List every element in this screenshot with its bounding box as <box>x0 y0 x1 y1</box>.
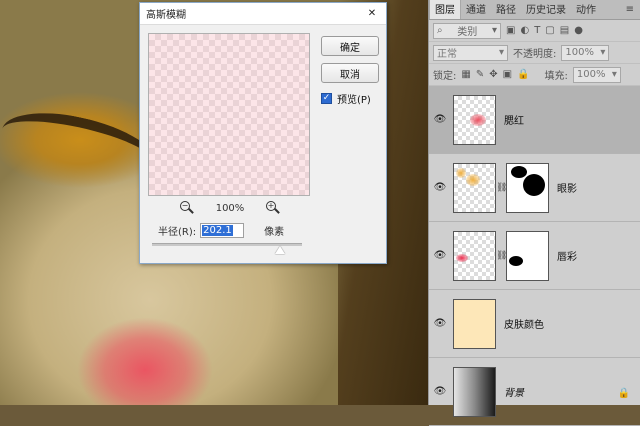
dialog-titlebar[interactable]: 高斯模糊 ✕ <box>140 3 386 25</box>
zoom-out-icon[interactable]: − <box>180 201 194 215</box>
chevron-down-icon: ▾ <box>498 47 504 58</box>
eye-icon[interactable]: 👁 <box>429 114 451 125</box>
layer-row[interactable]: 👁 ⛓ 唇彩 <box>429 222 640 290</box>
link-icon[interactable]: ⛓ <box>496 183 507 193</box>
lock-paint-icon[interactable]: ✎ <box>476 69 484 80</box>
radius-value: 202.1 <box>202 225 233 236</box>
tab-paths[interactable]: 路径 <box>491 0 521 19</box>
layers-panel: 图层 通道 路径 历史记录 动作 ≡ ⌕ 类别 ▾ ▣ ◐ T ▢ ▤ ● 正常… <box>428 0 640 426</box>
layer-row[interactable]: 👁 ⛓ 眼影 <box>429 154 640 222</box>
dialog-title: 高斯模糊 <box>146 10 186 21</box>
tab-layers[interactable]: 图层 <box>429 0 461 19</box>
layer-row[interactable]: 👁 皮肤颜色 <box>429 290 640 358</box>
cancel-button[interactable]: 取消 <box>321 63 379 83</box>
lock-all-icon[interactable]: 🔒 <box>517 69 529 80</box>
chevron-down-icon: ▾ <box>600 47 606 58</box>
lock-row: 锁定: ▦ ✎ ✥ ▣ 🔒 填充: 100% ▾ <box>429 64 640 86</box>
layer-row[interactable]: 👁 背景 🔒 <box>429 358 640 426</box>
layer-name: 腮红 <box>504 116 524 127</box>
lock-label: 锁定: <box>433 71 457 82</box>
blend-mode-value: 正常 <box>437 49 457 60</box>
gaussian-blur-dialog: 高斯模糊 ✕ 确定 取消 ✓ 预览(P) − 100% + 半径(R): 202… <box>139 2 387 264</box>
zoom-in-icon[interactable]: + <box>266 201 280 215</box>
lock-artboard-icon[interactable]: ▣ <box>503 69 512 80</box>
filter-toggle-icon[interactable]: ● <box>574 25 583 36</box>
layer-name: 唇彩 <box>557 252 577 263</box>
radius-row: 半径(R): 202.1 像素 <box>158 223 284 238</box>
search-icon: ⌕ <box>437 25 443 36</box>
fill-field[interactable]: 100% ▾ <box>572 66 621 83</box>
opacity-value: 100% <box>565 47 594 58</box>
ok-button[interactable]: 确定 <box>321 36 379 56</box>
preview-checkbox[interactable]: ✓ 预览(P) <box>321 91 371 106</box>
radius-slider-thumb[interactable] <box>274 246 285 254</box>
layer-name: 眼影 <box>557 184 577 195</box>
radius-input[interactable]: 202.1 <box>200 223 245 238</box>
filter-kind-select[interactable]: ⌕ 类别 ▾ <box>433 22 501 39</box>
preview-label: 预览(P) <box>337 95 371 106</box>
lock-position-icon[interactable]: ✥ <box>489 69 497 80</box>
tab-actions[interactable]: 动作 <box>571 0 601 19</box>
preview-window[interactable] <box>148 33 310 196</box>
layer-thumbnail <box>453 366 496 417</box>
chevron-down-icon: ▾ <box>611 69 617 80</box>
layer-thumbnail <box>453 298 496 349</box>
layer-row[interactable]: 👁 腮红 <box>429 86 640 154</box>
opacity-field[interactable]: 100% ▾ <box>561 44 610 61</box>
lock-icon[interactable]: 🔒 <box>618 388 630 399</box>
layer-mask-thumbnail[interactable] <box>506 162 549 213</box>
layer-thumbnail <box>453 162 496 213</box>
chevron-down-icon: ▾ <box>491 25 497 36</box>
adjustment-filter-icon[interactable]: ◐ <box>520 25 529 36</box>
shape-filter-icon[interactable]: ▢ <box>545 25 554 36</box>
eye-icon[interactable]: 👁 <box>429 318 451 329</box>
close-icon[interactable]: ✕ <box>364 8 380 19</box>
layer-mask-thumbnail[interactable] <box>506 230 549 281</box>
blend-row: 正常 ▾ 不透明度: 100% ▾ <box>429 42 640 64</box>
tab-history[interactable]: 历史记录 <box>521 0 571 19</box>
image-filter-icon[interactable]: ▣ <box>506 25 515 36</box>
fill-label: 填充: <box>544 71 568 82</box>
radius-label: 半径(R): <box>158 227 197 238</box>
filter-kind-value: 类别 <box>457 27 478 38</box>
layer-thumbnail <box>453 230 496 281</box>
eye-icon[interactable]: 👁 <box>429 250 451 261</box>
panel-menu-icon[interactable]: ≡ <box>620 4 640 19</box>
tab-channels[interactable]: 通道 <box>461 0 491 19</box>
panel-tabs: 图层 通道 路径 历史记录 动作 ≡ <box>429 0 640 20</box>
eye-icon[interactable]: 👁 <box>429 386 451 397</box>
opacity-label: 不透明度: <box>513 49 557 60</box>
lock-transparency-icon[interactable]: ▦ <box>461 69 470 80</box>
blend-mode-select[interactable]: 正常 ▾ <box>433 44 508 61</box>
fill-value: 100% <box>576 69 606 80</box>
eye-icon[interactable]: 👁 <box>429 182 451 193</box>
checkmark-icon: ✓ <box>321 93 332 104</box>
link-icon[interactable]: ⛓ <box>496 251 507 261</box>
layer-name: 背景 <box>504 388 524 399</box>
radius-unit: 像素 <box>264 227 285 238</box>
zoom-level: 100% <box>215 202 245 214</box>
layer-name: 皮肤颜色 <box>504 320 544 331</box>
layer-filter-row: ⌕ 类别 ▾ ▣ ◐ T ▢ ▤ ● <box>429 20 640 42</box>
zoom-controls: − 100% + <box>180 201 280 215</box>
type-filter-icon[interactable]: T <box>534 25 540 36</box>
smart-object-filter-icon[interactable]: ▤ <box>560 25 569 36</box>
layer-thumbnail <box>453 94 496 145</box>
